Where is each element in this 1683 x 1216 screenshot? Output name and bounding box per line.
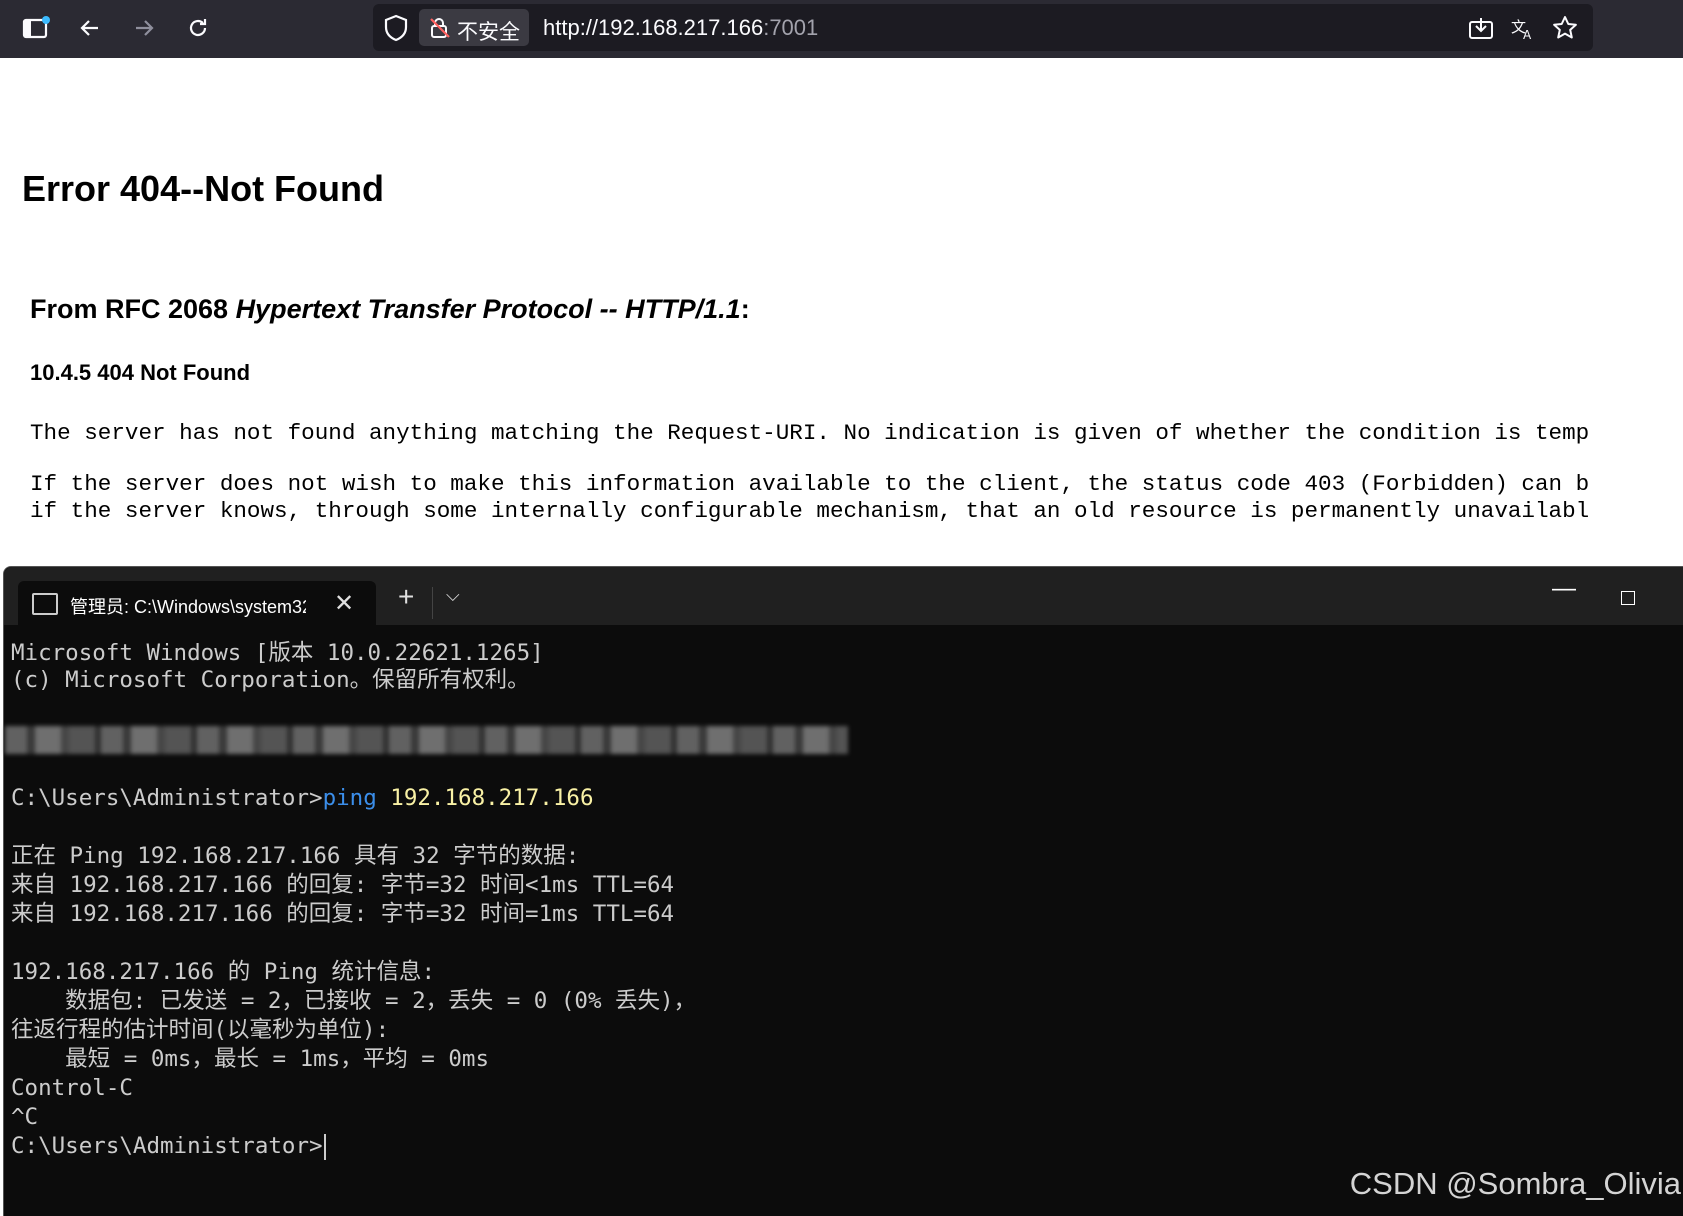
close-tab-icon[interactable]: ✕ xyxy=(334,589,354,618)
site-security-button[interactable]: 不安全 xyxy=(419,9,529,46)
chevron-down-icon[interactable]: ⌵ xyxy=(446,585,460,606)
terminal-line: (c) Microsoft Corporation。保留所有权利。 xyxy=(11,667,530,693)
svg-text:A: A xyxy=(1523,28,1532,40)
terminal-prompt-line[interactable]: C:\Users\Administrator> xyxy=(11,1133,326,1160)
url-host: http://192.168.217.166 xyxy=(543,15,764,40)
terminal-tab[interactable]: 管理员: C:\Windows\system32\cmd.exe ✕ xyxy=(18,581,376,625)
command: ping xyxy=(322,785,377,811)
paragraph-1: The server has not found anything matchi… xyxy=(30,420,1590,446)
rfc-italic: Hypertext Transfer Protocol -- HTTP/1.1 xyxy=(235,294,741,324)
terminal-line: 最短 = 0ms，最长 = 1ms，平均 = 0ms xyxy=(11,1046,490,1072)
save-page-icon[interactable] xyxy=(1465,14,1497,42)
terminal-line: 192.168.217.166 的 Ping 统计信息: xyxy=(11,959,436,985)
paragraph-2-line-1: If the server does not wish to make this… xyxy=(30,471,1590,497)
redacted-line xyxy=(5,726,848,754)
terminal-line: 正在 Ping 192.168.217.166 具有 32 字节的数据: xyxy=(11,843,580,869)
bookmark-star-icon[interactable] xyxy=(1549,14,1581,42)
rfc-heading: From RFC 2068 Hypertext Transfer Protoco… xyxy=(30,294,750,325)
forward-icon[interactable] xyxy=(126,10,162,46)
url-text[interactable]: http://192.168.217.166:7001 xyxy=(543,15,818,41)
minimize-icon[interactable]: — xyxy=(1552,575,1576,603)
url-bar[interactable]: 不安全 http://192.168.217.166:7001 文A xyxy=(373,4,1593,51)
new-tab-icon[interactable]: + xyxy=(398,581,414,613)
terminal-line: Microsoft Windows [版本 10.0.22621.1265] xyxy=(11,640,544,666)
back-icon[interactable] xyxy=(72,10,108,46)
rfc-prefix: From RFC 2068 xyxy=(30,294,236,324)
maximize-icon[interactable] xyxy=(1621,591,1635,605)
command-argument: 192.168.217.166 xyxy=(376,785,594,811)
watermark: CSDN @Sombra_Olivia xyxy=(1349,1166,1681,1201)
prompt: C:\Users\Administrator> xyxy=(11,1133,323,1159)
url-port: :7001 xyxy=(763,15,819,40)
reload-icon[interactable] xyxy=(180,10,216,46)
browser-toolbar: 不安全 http://192.168.217.166:7001 文A xyxy=(0,0,1683,58)
terminal-titlebar[interactable]: 管理员: C:\Windows\system32\cmd.exe ✕ + ⌵ — xyxy=(4,567,1683,625)
error-page: Error 404--Not Found From RFC 2068 Hyper… xyxy=(0,58,1683,566)
section-heading: 10.4.5 404 Not Found xyxy=(30,360,251,385)
terminal-line: 往返行程的估计时间(以毫秒为单位): xyxy=(11,1017,390,1043)
insecure-lock-icon xyxy=(429,17,451,44)
text-cursor xyxy=(323,1133,326,1160)
security-label: 不安全 xyxy=(457,21,520,44)
terminal-line: 来自 192.168.217.166 的回复: 字节=32 时间<1ms TTL… xyxy=(11,872,675,898)
cmd-icon xyxy=(32,593,58,615)
terminal-line: ^C xyxy=(11,1104,39,1130)
prompt: C:\Users\Administrator> xyxy=(11,785,323,811)
tab-view-icon[interactable] xyxy=(18,10,54,46)
tracking-shield-icon[interactable] xyxy=(383,14,411,42)
rfc-suffix: : xyxy=(740,294,750,324)
terminal-command-line: C:\Users\Administrator>ping 192.168.217.… xyxy=(11,785,594,812)
translate-icon[interactable]: 文A xyxy=(1507,14,1539,42)
terminal-tab-title: 管理员: C:\Windows\system32\cmd.exe xyxy=(70,597,306,617)
paragraph-2-line-2: if the server knows, through some intern… xyxy=(30,498,1590,524)
tab-divider xyxy=(432,587,433,619)
terminal-line: 来自 192.168.217.166 的回复: 字节=32 时间=1ms TTL… xyxy=(11,901,675,927)
page-title: Error 404--Not Found xyxy=(22,168,385,209)
terminal-line: Control-C xyxy=(11,1075,133,1101)
terminal-line: 数据包: 已发送 = 2，已接收 = 2，丢失 = 0 (0% 丢失)， xyxy=(11,988,697,1014)
